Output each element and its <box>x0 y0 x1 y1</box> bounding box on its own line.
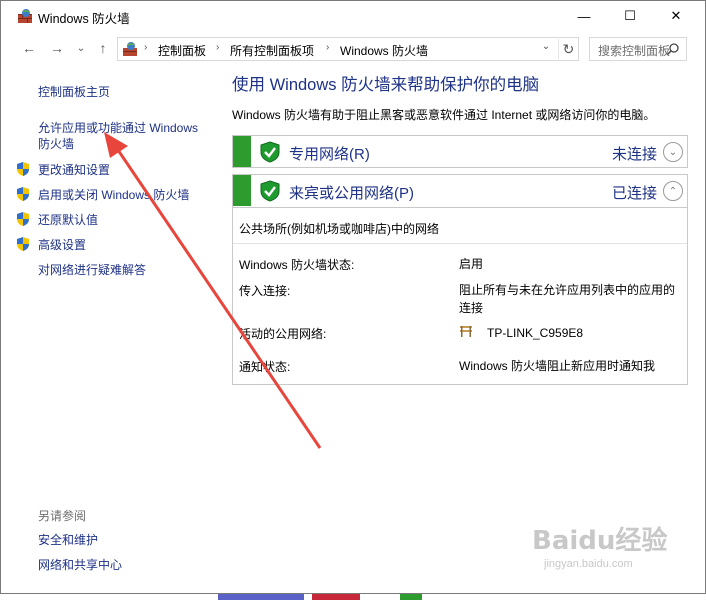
maximize-button[interactable]: ☐ <box>607 1 653 31</box>
sidebar-link-advanced[interactable]: 高级设置 <box>38 237 86 253</box>
notification-state-value: Windows 防火墙阻止新应用时通知我 <box>459 359 656 373</box>
page-title: 使用 Windows 防火墙来帮助保护你的电脑 <box>232 76 540 94</box>
sidebar-link-troubleshoot[interactable]: 对网络进行疑难解答 <box>38 262 146 278</box>
network-bench-icon <box>460 326 472 337</box>
control-panel-icon <box>123 42 137 56</box>
breadcrumb-control-panel[interactable]: 控制面板 <box>158 42 206 59</box>
green-shield-check-icon <box>260 141 280 163</box>
watermark-url: jingyan.baidu.com <box>544 558 633 570</box>
public-network-description: 公共场所(例如机场或咖啡店)中的网络 <box>239 222 439 236</box>
sidebar-link-toggle-firewall[interactable]: 启用或关闭 Windows 防火墙 <box>38 187 189 203</box>
firewall-icon <box>18 9 32 23</box>
collapse-chevron-icon[interactable]: ⌃ <box>663 181 683 201</box>
desktop-fragment <box>400 594 422 600</box>
breadcrumb-separator: › <box>144 42 148 53</box>
public-network-panel: 来宾或公用网络(P) 已连接 ⌃ 公共场所(例如机场或咖啡店)中的网络 Wind… <box>232 174 688 385</box>
sidebar-link-home[interactable]: 控制面板主页 <box>38 84 110 100</box>
watermark-text: Baidu经验 <box>532 526 668 556</box>
uac-shield-icon <box>17 212 29 226</box>
active-network-label: 活动的公用网络: <box>239 327 327 341</box>
breadcrumb-separator[interactable]: › <box>326 42 329 53</box>
firewall-state-label: Windows 防火墙状态: <box>239 258 355 272</box>
page-description: Windows 防火墙有助于阻止黑客或恶意软件通过 Internet 或网络访问… <box>232 108 656 122</box>
uac-shield-icon <box>17 162 29 176</box>
green-shield-check-icon <box>260 180 280 202</box>
public-network-subtitle: 公共场所(例如机场或咖啡店)中的网络 <box>233 208 687 244</box>
expand-chevron-icon[interactable]: ⌄ <box>663 142 683 162</box>
search-icon[interactable] <box>666 42 680 56</box>
private-network-name: 专用网络(R) <box>289 146 370 163</box>
close-button[interactable]: ✕ <box>653 1 699 31</box>
back-button[interactable]: ← <box>19 38 39 58</box>
navigation-bar: ← → ⌄ ↑ › 控制面板 › 所有控制面板项 › Windows 防火墙 ⌄… <box>1 34 705 62</box>
minimize-button[interactable]: — <box>561 1 607 31</box>
refresh-button[interactable]: ↻ <box>558 39 578 59</box>
sidebar-link-allow-app[interactable]: 允许应用或功能通过 Windows <box>38 120 198 136</box>
private-network-header[interactable]: 专用网络(R) 未连接 ⌄ <box>233 136 687 168</box>
address-dropdown-button[interactable]: ⌄ <box>538 41 554 57</box>
desktop-fragment <box>218 594 304 600</box>
sidebar-link-allow-app-cont[interactable]: 防火墙 <box>38 136 74 152</box>
uac-shield-icon <box>17 237 29 251</box>
public-network-properties: Windows 防火墙状态: 启用 传入连接: 阻止所有与未在允许应用列表中的应… <box>233 244 687 384</box>
breadcrumb-firewall[interactable]: Windows 防火墙 <box>340 42 428 59</box>
status-bar-green <box>233 136 251 167</box>
uac-shield-icon <box>17 187 29 201</box>
address-bar[interactable]: › 控制面板 › 所有控制面板项 › Windows 防火墙 ⌄ ↻ <box>117 37 579 61</box>
active-network-value: TP-LINK_C959E8 <box>487 326 584 340</box>
firewall-state-value: 启用 <box>459 257 484 271</box>
sidebar: 控制面板主页 允许应用或功能通过 Windows 防火墙 更改通知设置 启用或关… <box>1 67 223 587</box>
search-placeholder: 搜索控制面板 <box>598 44 671 58</box>
sidebar-link-security-maintenance[interactable]: 安全和维护 <box>38 532 98 548</box>
up-button[interactable]: ↑ <box>93 38 113 58</box>
public-network-details: 公共场所(例如机场或咖啡店)中的网络 Windows 防火墙状态: 启用 传入连… <box>233 207 687 384</box>
incoming-connections-value: 阻止所有与未在允许应用列表中的应用的连接 <box>459 283 676 315</box>
sidebar-link-network-sharing[interactable]: 网络和共享中心 <box>38 557 122 573</box>
recent-locations-button[interactable]: ⌄ <box>71 38 91 58</box>
main-content: 使用 Windows 防火墙来帮助保护你的电脑 Windows 防火墙有助于阻止… <box>223 67 705 587</box>
breadcrumb-separator[interactable]: › <box>216 42 219 53</box>
see-also-heading: 另请参阅 <box>38 509 87 523</box>
baidu-watermark: Baidu经验 jingyan.baidu.com <box>532 520 692 580</box>
public-network-status: 已连接 <box>611 185 657 202</box>
window-title: Windows 防火墙 <box>38 12 130 26</box>
public-network-name: 来宾或公用网络(P) <box>289 185 414 202</box>
title-bar: Windows 防火墙 — ☐ ✕ <box>1 1 705 31</box>
incoming-connections-label: 传入连接: <box>239 284 291 298</box>
search-input[interactable]: 搜索控制面板 <box>589 37 687 61</box>
public-network-header[interactable]: 来宾或公用网络(P) 已连接 ⌃ <box>233 175 687 207</box>
notification-state-label: 通知状态: <box>239 360 291 374</box>
sidebar-link-restore-defaults[interactable]: 还原默认值 <box>38 212 98 228</box>
desktop-fragment <box>312 594 360 600</box>
sidebar-link-notifications[interactable]: 更改通知设置 <box>38 162 110 178</box>
breadcrumb-all-items[interactable]: 所有控制面板项 <box>230 42 314 59</box>
forward-button[interactable]: → <box>47 38 67 58</box>
private-network-panel[interactable]: 专用网络(R) 未连接 ⌄ <box>232 135 688 168</box>
private-network-status: 未连接 <box>611 146 657 163</box>
firewall-window: Windows 防火墙 — ☐ ✕ ← → ⌄ ↑ › 控制面板 › 所有控制面… <box>0 0 706 594</box>
status-bar-green <box>233 175 251 206</box>
